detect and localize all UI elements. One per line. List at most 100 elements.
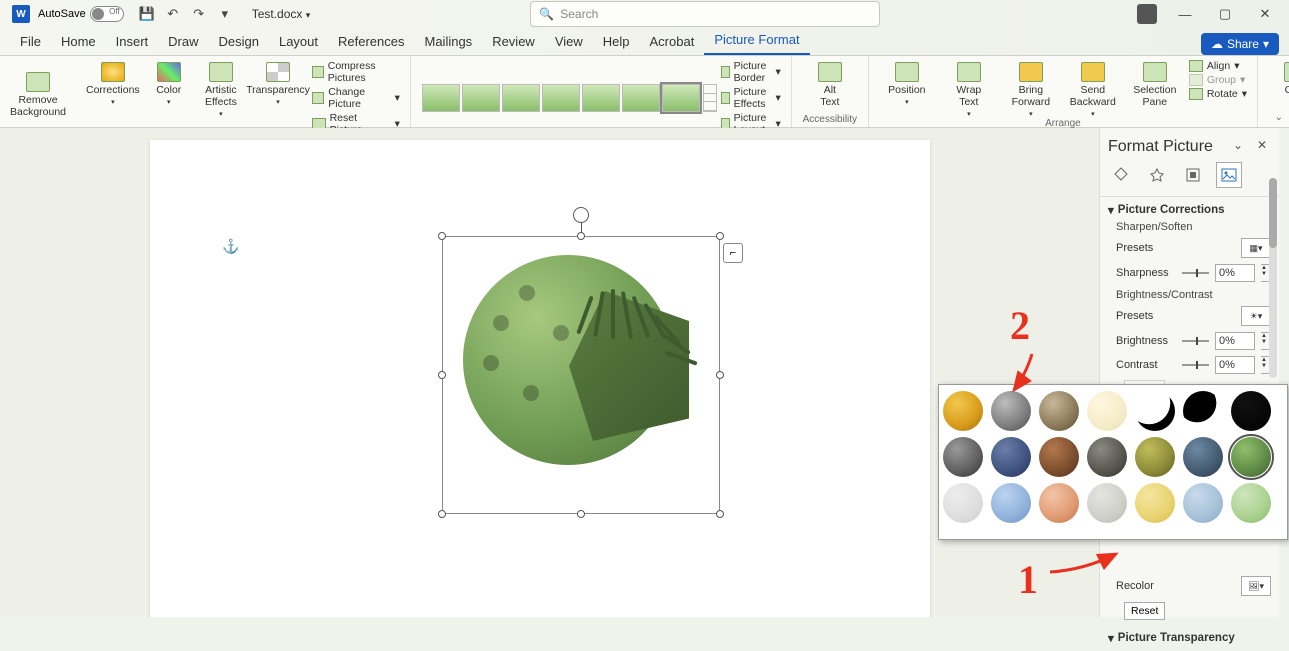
change-picture-button[interactable]: Change Picture ▾ [312,86,400,110]
recolor-swatch[interactable] [943,437,983,477]
picture-effects-button[interactable]: Picture Effects ▾ [721,86,781,110]
recolor-swatch[interactable] [1183,437,1223,477]
recolor-swatch[interactable] [991,391,1031,431]
search-input[interactable]: 🔍 Search [530,1,880,27]
rotation-handle[interactable] [573,207,589,223]
tab-mailings[interactable]: Mailings [415,30,483,55]
brightness-slider[interactable] [1182,340,1209,342]
transparency-button[interactable]: Transparency▾ [250,60,306,136]
tab-design[interactable]: Design [209,30,269,55]
document-area[interactable]: ⚓ ⌐ [0,128,1099,617]
save-icon[interactable]: 💾 [136,3,158,25]
tab-home[interactable]: Home [51,30,106,55]
contrast-slider[interactable] [1182,364,1209,366]
user-avatar[interactable] [1137,4,1157,24]
resize-handle[interactable] [716,232,724,240]
contrast-value[interactable]: 0% [1215,356,1255,374]
recolor-swatch[interactable] [1087,483,1127,523]
remove-background-button[interactable]: Remove Background [10,70,66,118]
close-button[interactable]: ✕ [1253,2,1277,26]
tab-layout[interactable]: Layout [269,30,328,55]
share-button[interactable]: ☁ Share ▾ [1201,33,1279,55]
corrections-button[interactable]: Corrections▾ [86,60,140,136]
recolor-swatch[interactable] [1135,483,1175,523]
qat-customize-icon[interactable]: ▾ [214,3,236,25]
resize-handle[interactable] [577,232,585,240]
recolor-swatch[interactable] [1039,437,1079,477]
tab-references[interactable]: References [328,30,414,55]
sharpness-slider[interactable] [1182,272,1209,274]
wrap-text-button[interactable]: Wrap Text▾ [941,60,997,118]
recolor-swatch[interactable] [943,483,983,523]
recolor-swatch[interactable] [991,483,1031,523]
tab-insert[interactable]: Insert [106,30,159,55]
redo-icon[interactable]: ↷ [188,3,210,25]
rotate-button[interactable]: Rotate ▾ [1189,88,1247,100]
resize-handle[interactable] [438,371,446,379]
picture-corrections-section[interactable]: ▾ Picture Corrections [1108,203,1271,217]
recolor-swatch[interactable] [1231,391,1271,431]
pane-close-button[interactable]: ✕ [1253,138,1271,156]
recolor-presets-button[interactable]: 🖼▾ [1241,576,1271,596]
sharpen-presets-button[interactable]: ▦▾ [1241,238,1271,258]
undo-icon[interactable]: ↶ [162,3,184,25]
resize-handle[interactable] [438,232,446,240]
resize-handle[interactable] [577,510,585,518]
crop-button[interactable]: Crop▾ [1268,60,1289,106]
ribbon-collapse-button[interactable]: ⌄ [1275,112,1283,123]
picture-tab-icon[interactable] [1216,162,1242,188]
effects-tab-icon[interactable] [1144,162,1170,188]
send-backward-button[interactable]: Send Backward▾ [1065,60,1121,118]
layout-options-button[interactable]: ⌐ [723,243,743,263]
selection-pane-button[interactable]: Selection Pane [1127,60,1183,118]
recolor-swatch[interactable] [991,437,1031,477]
recolor-swatch[interactable] [1087,437,1127,477]
recolor-swatch[interactable] [1087,391,1127,431]
selected-picture[interactable]: ⌐ [442,236,720,514]
bc-presets-button[interactable]: ☀▾ [1241,306,1271,326]
resize-handle[interactable] [716,371,724,379]
recolor-swatch[interactable] [1183,391,1223,431]
alt-text-button[interactable]: Alt Text [802,60,858,108]
recolor-swatch[interactable] [943,391,983,431]
autosave-toggle[interactable]: Off [90,6,124,22]
minimize-button[interactable]: — [1173,2,1197,26]
tab-file[interactable]: File [10,30,51,55]
picture-transparency-section[interactable]: ▾ Picture Transparency [1108,631,1271,645]
recolor-swatch[interactable] [1039,483,1079,523]
resize-handle[interactable] [716,510,724,518]
recolor-swatch[interactable] [1039,391,1079,431]
tab-picture-format[interactable]: Picture Format [704,28,809,55]
accessibility-group-label: Accessibility [803,114,857,125]
position-button[interactable]: Position▾ [879,60,935,118]
brightness-value[interactable]: 0% [1215,332,1255,350]
picture-border-button[interactable]: Picture Border ▾ [721,60,781,84]
group-button[interactable]: Group ▾ [1189,74,1247,86]
tab-review[interactable]: Review [482,30,545,55]
sharpness-value[interactable]: 0% [1215,264,1255,282]
color-reset-button[interactable]: Reset [1124,602,1165,620]
maximize-button[interactable]: ▢ [1213,2,1237,26]
resize-handle[interactable] [438,510,446,518]
bring-forward-button[interactable]: Bring Forward▾ [1003,60,1059,118]
tab-help[interactable]: Help [593,30,640,55]
pane-options-button[interactable]: ⌄ [1229,138,1247,156]
layout-tab-icon[interactable] [1180,162,1206,188]
tab-view[interactable]: View [545,30,593,55]
tab-acrobat[interactable]: Acrobat [640,30,705,55]
recolor-swatch[interactable] [1135,437,1175,477]
document-name[interactable]: Test.docx ▾ [252,7,311,21]
recolor-swatch[interactable] [1135,391,1175,431]
recolor-swatch[interactable] [1231,437,1271,477]
recolor-swatch[interactable] [1231,483,1271,523]
styles-more-button[interactable] [703,84,717,112]
compress-pictures-button[interactable]: Compress Pictures [312,60,400,84]
align-button[interactable]: Align ▾ [1189,60,1247,72]
artistic-effects-button[interactable]: Artistic Effects▾ [198,60,244,136]
picture-styles-gallery[interactable] [421,84,717,112]
fill-line-tab-icon[interactable] [1108,162,1134,188]
pane-scrollbar[interactable] [1269,178,1277,378]
recolor-swatch[interactable] [1183,483,1223,523]
color-button[interactable]: Color▾ [146,60,192,136]
tab-draw[interactable]: Draw [158,30,208,55]
